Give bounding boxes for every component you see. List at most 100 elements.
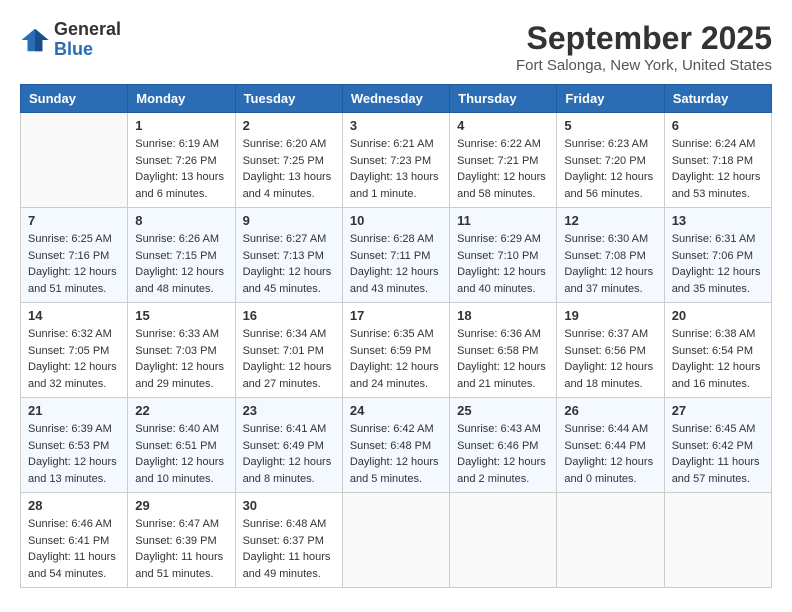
cell-content: Sunrise: 6:26 AM Sunset: 7:15 PM Dayligh…	[135, 231, 227, 297]
cell-content: Sunrise: 6:33 AM Sunset: 7:03 PM Dayligh…	[135, 326, 227, 392]
calendar-header-row: SundayMondayTuesdayWednesdayThursdayFrid…	[21, 85, 772, 113]
day-header-wednesday: Wednesday	[342, 85, 449, 113]
calendar-cell: 22 Sunrise: 6:40 AM Sunset: 6:51 PM Dayli…	[128, 398, 235, 493]
calendar-cell: 11 Sunrise: 6:29 AM Sunset: 7:10 PM Dayli…	[450, 208, 557, 303]
calendar-cell: 24 Sunrise: 6:42 AM Sunset: 6:48 PM Dayli…	[342, 398, 449, 493]
calendar-cell: 8 Sunrise: 6:26 AM Sunset: 7:15 PM Daylig…	[128, 208, 235, 303]
cell-content: Sunrise: 6:48 AM Sunset: 6:37 PM Dayligh…	[243, 516, 335, 582]
cell-content: Sunrise: 6:35 AM Sunset: 6:59 PM Dayligh…	[350, 326, 442, 392]
day-number: 4	[457, 118, 549, 133]
day-number: 19	[564, 308, 656, 323]
cell-content: Sunrise: 6:40 AM Sunset: 6:51 PM Dayligh…	[135, 421, 227, 487]
calendar-week-row: 14Sunrise: 6:32 AM Sunset: 7:05 PM Dayli…	[21, 303, 772, 398]
cell-content: Sunrise: 6:24 AM Sunset: 7:18 PM Dayligh…	[672, 136, 764, 202]
cell-content: Sunrise: 6:30 AM Sunset: 7:08 PM Dayligh…	[564, 231, 656, 297]
calendar: SundayMondayTuesdayWednesdayThursdayFrid…	[20, 84, 772, 588]
day-header-tuesday: Tuesday	[235, 85, 342, 113]
calendar-cell: 23 Sunrise: 6:41 AM Sunset: 6:49 PM Dayli…	[235, 398, 342, 493]
calendar-cell: 29 Sunrise: 6:47 AM Sunset: 6:39 PM Dayli…	[128, 493, 235, 588]
day-number: 11	[457, 213, 549, 228]
calendar-cell: 25Sunrise: 6:43 AM Sunset: 6:46 PM Dayli…	[450, 398, 557, 493]
calendar-cell: 9 Sunrise: 6:27 AM Sunset: 7:13 PM Daylig…	[235, 208, 342, 303]
day-number: 29	[135, 498, 227, 513]
calendar-cell: 7 Sunrise: 6:25 AM Sunset: 7:16 PM Daylig…	[21, 208, 128, 303]
calendar-cell: 6 Sunrise: 6:24 AM Sunset: 7:18 PM Daylig…	[664, 113, 771, 208]
cell-content: Sunrise: 6:20 AM Sunset: 7:25 PM Dayligh…	[243, 136, 335, 202]
calendar-cell: 12 Sunrise: 6:30 AM Sunset: 7:08 PM Dayli…	[557, 208, 664, 303]
calendar-week-row: 1 Sunrise: 6:19 AM Sunset: 7:26 PM Daylig…	[21, 113, 772, 208]
day-number: 20	[672, 308, 764, 323]
day-number: 26	[564, 403, 656, 418]
cell-content: Sunrise: 6:22 AM Sunset: 7:21 PM Dayligh…	[457, 136, 549, 202]
calendar-cell: 26 Sunrise: 6:44 AM Sunset: 6:44 PM Dayli…	[557, 398, 664, 493]
calendar-cell: 17 Sunrise: 6:35 AM Sunset: 6:59 PM Dayli…	[342, 303, 449, 398]
day-header-thursday: Thursday	[450, 85, 557, 113]
day-number: 27	[672, 403, 764, 418]
day-number: 6	[672, 118, 764, 133]
day-header-sunday: Sunday	[21, 85, 128, 113]
day-number: 18	[457, 308, 549, 323]
cell-content: Sunrise: 6:39 AM Sunset: 6:53 PM Dayligh…	[28, 421, 120, 487]
cell-content: Sunrise: 6:45 AM Sunset: 6:42 PM Dayligh…	[672, 421, 764, 487]
day-number: 28	[28, 498, 120, 513]
calendar-cell: 2 Sunrise: 6:20 AM Sunset: 7:25 PM Daylig…	[235, 113, 342, 208]
day-number: 8	[135, 213, 227, 228]
calendar-cell	[450, 493, 557, 588]
cell-content: Sunrise: 6:32 AM Sunset: 7:05 PM Dayligh…	[28, 326, 120, 392]
day-number: 12	[564, 213, 656, 228]
cell-content: Sunrise: 6:23 AM Sunset: 7:20 PM Dayligh…	[564, 136, 656, 202]
cell-content: Sunrise: 6:28 AM Sunset: 7:11 PM Dayligh…	[350, 231, 442, 297]
day-number: 5	[564, 118, 656, 133]
calendar-cell: 14Sunrise: 6:32 AM Sunset: 7:05 PM Dayli…	[21, 303, 128, 398]
cell-content: Sunrise: 6:27 AM Sunset: 7:13 PM Dayligh…	[243, 231, 335, 297]
cell-content: Sunrise: 6:36 AM Sunset: 6:58 PM Dayligh…	[457, 326, 549, 392]
day-header-monday: Monday	[128, 85, 235, 113]
logo-blue-text: Blue	[54, 39, 93, 59]
cell-content: Sunrise: 6:42 AM Sunset: 6:48 PM Dayligh…	[350, 421, 442, 487]
calendar-cell: 5 Sunrise: 6:23 AM Sunset: 7:20 PM Daylig…	[557, 113, 664, 208]
calendar-cell: 27 Sunrise: 6:45 AM Sunset: 6:42 PM Dayli…	[664, 398, 771, 493]
calendar-week-row: 7 Sunrise: 6:25 AM Sunset: 7:16 PM Daylig…	[21, 208, 772, 303]
calendar-cell: 4 Sunrise: 6:22 AM Sunset: 7:21 PM Daylig…	[450, 113, 557, 208]
cell-content: Sunrise: 6:47 AM Sunset: 6:39 PM Dayligh…	[135, 516, 227, 582]
day-number: 1	[135, 118, 227, 133]
header: General Blue September 2025 Fort Salonga…	[20, 20, 772, 74]
day-number: 15	[135, 308, 227, 323]
calendar-cell	[342, 493, 449, 588]
day-number: 23	[243, 403, 335, 418]
cell-content: Sunrise: 6:37 AM Sunset: 6:56 PM Dayligh…	[564, 326, 656, 392]
calendar-cell: 15 Sunrise: 6:33 AM Sunset: 7:03 PM Dayli…	[128, 303, 235, 398]
cell-content: Sunrise: 6:31 AM Sunset: 7:06 PM Dayligh…	[672, 231, 764, 297]
calendar-cell: 21 Sunrise: 6:39 AM Sunset: 6:53 PM Dayli…	[21, 398, 128, 493]
day-number: 3	[350, 118, 442, 133]
calendar-cell: 19 Sunrise: 6:37 AM Sunset: 6:56 PM Dayli…	[557, 303, 664, 398]
calendar-cell: 18 Sunrise: 6:36 AM Sunset: 6:58 PM Dayli…	[450, 303, 557, 398]
cell-content: Sunrise: 6:19 AM Sunset: 7:26 PM Dayligh…	[135, 136, 227, 202]
day-number: 17	[350, 308, 442, 323]
logo: General Blue	[20, 20, 121, 60]
calendar-cell: 20Sunrise: 6:38 AM Sunset: 6:54 PM Dayli…	[664, 303, 771, 398]
calendar-cell: 13Sunrise: 6:31 AM Sunset: 7:06 PM Dayli…	[664, 208, 771, 303]
calendar-cell: 10Sunrise: 6:28 AM Sunset: 7:11 PM Dayli…	[342, 208, 449, 303]
calendar-week-row: 28Sunrise: 6:46 AM Sunset: 6:41 PM Dayli…	[21, 493, 772, 588]
day-number: 22	[135, 403, 227, 418]
cell-content: Sunrise: 6:29 AM Sunset: 7:10 PM Dayligh…	[457, 231, 549, 297]
cell-content: Sunrise: 6:41 AM Sunset: 6:49 PM Dayligh…	[243, 421, 335, 487]
cell-content: Sunrise: 6:44 AM Sunset: 6:44 PM Dayligh…	[564, 421, 656, 487]
day-number: 9	[243, 213, 335, 228]
calendar-cell: 1 Sunrise: 6:19 AM Sunset: 7:26 PM Daylig…	[128, 113, 235, 208]
calendar-cell: 28Sunrise: 6:46 AM Sunset: 6:41 PM Dayli…	[21, 493, 128, 588]
day-number: 24	[350, 403, 442, 418]
cell-content: Sunrise: 6:21 AM Sunset: 7:23 PM Dayligh…	[350, 136, 442, 202]
calendar-cell	[664, 493, 771, 588]
calendar-cell: 16Sunrise: 6:34 AM Sunset: 7:01 PM Dayli…	[235, 303, 342, 398]
calendar-cell: 3 Sunrise: 6:21 AM Sunset: 7:23 PM Daylig…	[342, 113, 449, 208]
month-title: September 2025	[516, 20, 772, 57]
day-number: 7	[28, 213, 120, 228]
day-number: 21	[28, 403, 120, 418]
cell-content: Sunrise: 6:43 AM Sunset: 6:46 PM Dayligh…	[457, 421, 549, 487]
day-header-friday: Friday	[557, 85, 664, 113]
day-number: 2	[243, 118, 335, 133]
day-number: 16	[243, 308, 335, 323]
cell-content: Sunrise: 6:25 AM Sunset: 7:16 PM Dayligh…	[28, 231, 120, 297]
